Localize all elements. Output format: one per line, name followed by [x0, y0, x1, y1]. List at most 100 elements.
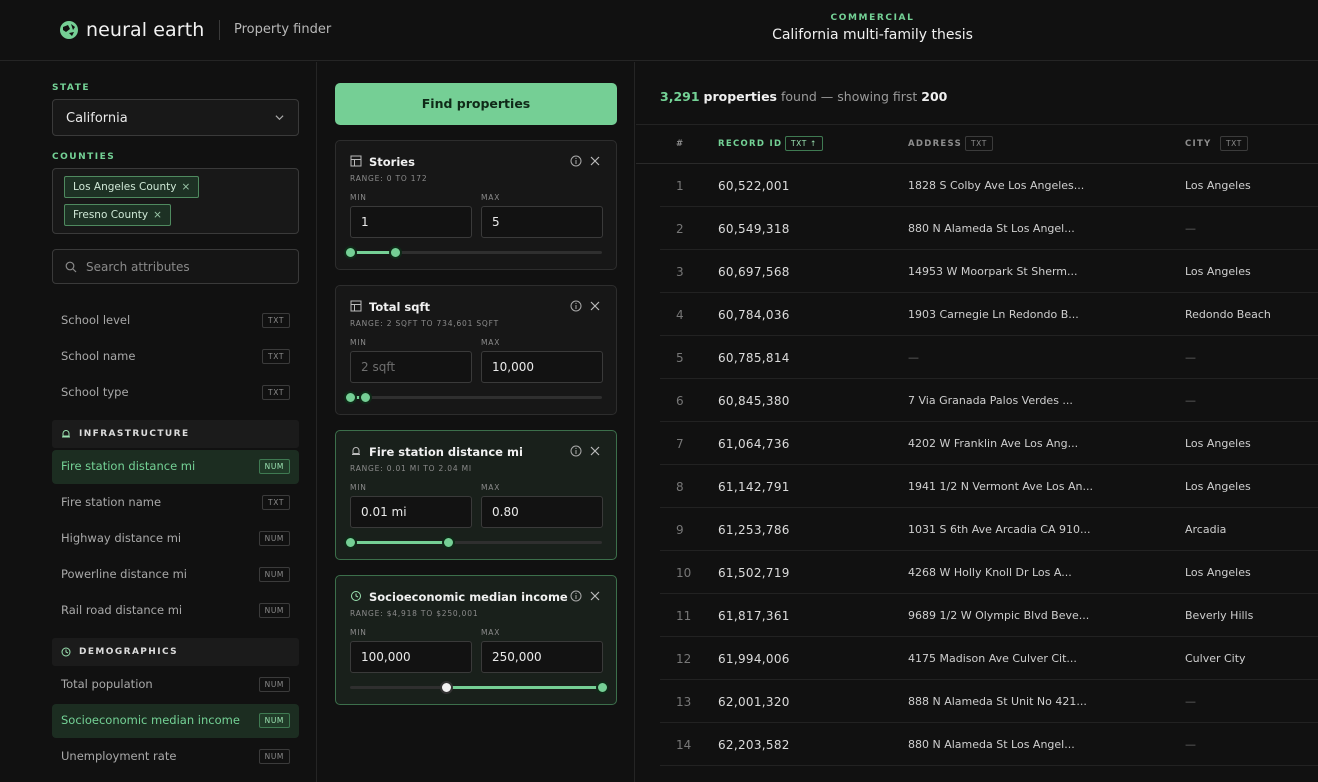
type-badge-city[interactable]: TXT	[1220, 136, 1248, 151]
address-cell: 880 N Alameda St Los Angel...	[908, 738, 1075, 751]
table-icon	[350, 300, 362, 312]
attribute-item-active[interactable]: Fire station distance mi NUM	[52, 450, 299, 484]
min-label: MIN	[350, 628, 367, 637]
range-max-handle[interactable]	[596, 681, 609, 694]
max-input[interactable]: 250,000	[481, 641, 603, 673]
attribute-item[interactable]: Unemployment rate NUM	[52, 740, 299, 774]
table-row[interactable]: 10 61,502,719 4268 W Holly Knoll Dr Los A.…	[660, 551, 1318, 594]
attribute-search-input[interactable]: Search attributes	[52, 249, 299, 284]
attribute-name: Rail road distance mi	[61, 603, 183, 617]
info-icon[interactable]	[570, 300, 582, 312]
table-row[interactable]: 12 61,994,006 4175 Madison Ave Culver Cit.…	[660, 637, 1318, 680]
state-value: California	[66, 111, 128, 126]
county-chip[interactable]: Fresno County ×	[64, 204, 171, 226]
close-icon[interactable]	[590, 156, 600, 166]
range-max-handle[interactable]	[442, 536, 456, 549]
max-label: MAX	[481, 628, 501, 637]
range-min-handle[interactable]	[344, 246, 357, 259]
filter-card: Total sqft RANGE: 2 SQFT TO 734,601 SQFT M…	[335, 285, 617, 415]
max-input[interactable]: 5	[481, 206, 603, 238]
min-input[interactable]: 100,000	[350, 641, 472, 673]
attribute-item[interactable]: School level TXT	[52, 304, 299, 338]
county-chip-label: Fresno County	[73, 209, 149, 221]
address-cell: 1903 Carnegie Ln Redondo B...	[908, 308, 1079, 321]
remove-chip-icon[interactable]: ×	[181, 181, 190, 193]
close-icon[interactable]	[590, 446, 600, 456]
column-index: #	[676, 139, 685, 149]
range-min-handle[interactable]	[439, 681, 453, 694]
column-record-id[interactable]: RECORD ID	[718, 139, 782, 149]
info-icon[interactable]	[570, 155, 582, 167]
range-slider-fill	[350, 541, 449, 544]
table-row[interactable]: 14 62,203,582 880 N Alameda St Los Angel..…	[660, 723, 1318, 766]
table-row[interactable]: 5 60,785,814 — —	[660, 336, 1318, 379]
min-input[interactable]: 0.01 mi	[350, 496, 472, 528]
type-badge-address[interactable]: TXT	[965, 136, 993, 151]
filter-range: RANGE: 0.01 MI TO 2.04 MI	[350, 464, 472, 473]
max-label: MAX	[481, 193, 501, 202]
info-icon[interactable]	[570, 590, 582, 602]
address-cell: 4175 Madison Ave Culver Cit...	[908, 652, 1077, 665]
table-row[interactable]: 9 61,253,786 1031 S 6th Ave Arcadia CA 910…	[660, 508, 1318, 551]
table-row[interactable]: 6 60,845,380 7 Via Granada Palos Verdes ..…	[660, 379, 1318, 422]
attribute-name: Unemployment rate	[61, 749, 177, 763]
attribute-item[interactable]: Powerline distance mi NUM	[52, 558, 299, 592]
range-slider-track[interactable]	[344, 391, 602, 404]
record-id-cell: 60,784,036	[718, 308, 790, 322]
table-row[interactable]: 7 61,064,736 4202 W Franklin Ave Los Ang..…	[660, 422, 1318, 465]
group-header-infrastructure[interactable]: INFRASTRUCTURE	[52, 420, 299, 448]
table-row[interactable]: 3 60,697,568 14953 W Moorpark St Sherm... L…	[660, 250, 1318, 293]
column-city[interactable]: CITY	[1185, 139, 1212, 149]
find-properties-button[interactable]: Find properties	[335, 83, 617, 125]
range-slider-track[interactable]	[350, 681, 609, 694]
row-index: 3	[676, 265, 684, 279]
attribute-item[interactable]: School type TXT	[52, 376, 299, 410]
range-max-handle[interactable]	[359, 391, 373, 404]
attribute-item-active[interactable]: Socioeconomic median income NUM	[52, 704, 299, 738]
attribute-item[interactable]: Fire station name TXT	[52, 486, 299, 520]
close-icon[interactable]	[590, 301, 600, 311]
table-row[interactable]: 11 61,817,361 9689 1/2 W Olympic Blvd Beve…	[660, 594, 1318, 637]
clock-icon	[351, 591, 361, 601]
attribute-item[interactable]: School name TXT	[52, 340, 299, 374]
min-label: MIN	[350, 483, 367, 492]
filter-title: Stories	[369, 155, 415, 169]
range-slider-track[interactable]	[344, 246, 602, 259]
table-row[interactable]: 4 60,784,036 1903 Carnegie Ln Redondo B...…	[660, 293, 1318, 336]
info-icon[interactable]	[570, 445, 582, 457]
range-slider-track[interactable]	[344, 536, 602, 549]
remove-chip-icon[interactable]: ×	[153, 209, 162, 221]
brand-divider	[219, 20, 220, 40]
min-input[interactable]: 2 sqft	[350, 351, 472, 383]
brand[interactable]: neural earth	[59, 19, 204, 41]
row-index: 11	[676, 609, 692, 623]
attribute-item[interactable]: Total population NUM	[52, 668, 299, 702]
range-min-handle[interactable]	[344, 391, 357, 404]
range-min-handle[interactable]	[344, 536, 357, 549]
sort-badge-record-id[interactable]: TXT ↑	[785, 136, 823, 151]
state-select[interactable]: California	[52, 99, 299, 136]
table-row[interactable]: 2 60,549,318 880 N Alameda St Los Angel...…	[660, 207, 1318, 250]
max-input[interactable]: 0.80	[481, 496, 603, 528]
max-input[interactable]: 10,000	[481, 351, 603, 383]
city-cell: Los Angeles	[1185, 480, 1251, 493]
counties-multiselect[interactable]: Los Angeles County × Fresno County ×	[52, 168, 299, 234]
address-cell: 880 N Alameda St Los Angel...	[908, 222, 1075, 235]
column-address[interactable]: ADDRESS	[908, 139, 962, 149]
group-header-demographics[interactable]: DEMOGRAPHICS	[52, 638, 299, 666]
table-row[interactable]: 13 62,001,320 888 N Alameda St Unit No 421…	[660, 680, 1318, 723]
county-chip[interactable]: Los Angeles County ×	[64, 176, 200, 198]
filter-panel: Find properties Stories RANGE: 0 TO 172 MI…	[318, 62, 635, 782]
results-shown: 200	[921, 89, 948, 104]
filter-title: Fire station distance mi	[369, 445, 523, 459]
max-label: MAX	[481, 338, 501, 347]
attribute-item[interactable]: Rail road distance mi NUM	[52, 594, 299, 628]
group-name: INFRASTRUCTURE	[79, 429, 190, 439]
min-input[interactable]: 1	[350, 206, 472, 238]
row-index: 1	[676, 179, 684, 193]
table-row[interactable]: 8 61,142,791 1941 1/2 N Vermont Ave Los An…	[660, 465, 1318, 508]
table-row[interactable]: 1 60,522,001 1828 S Colby Ave Los Angeles.…	[660, 164, 1318, 207]
attribute-item[interactable]: Highway distance mi NUM	[52, 522, 299, 556]
close-icon[interactable]	[590, 591, 600, 601]
range-max-handle[interactable]	[389, 246, 403, 259]
